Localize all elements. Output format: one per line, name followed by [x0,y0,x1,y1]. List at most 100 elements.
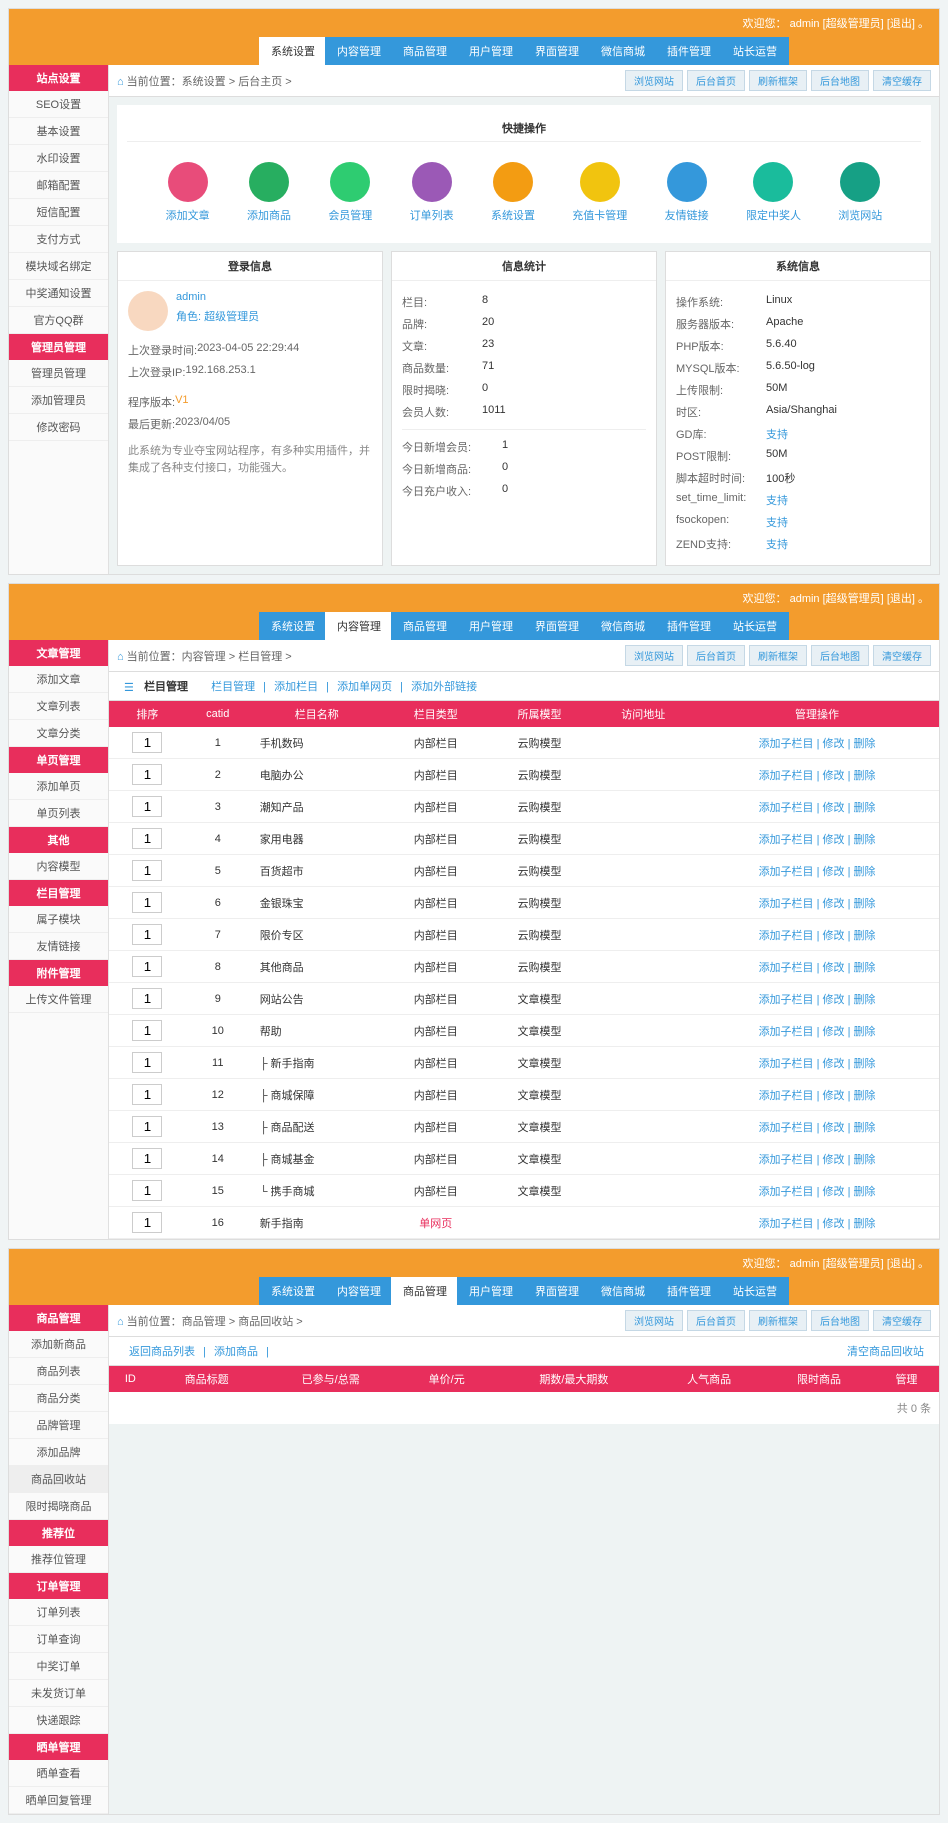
logout-link[interactable]: [退出] [887,18,915,30]
sidebar-item[interactable]: 属子模块 [9,906,108,933]
crumb-btn[interactable]: 清空缓存 [873,1310,931,1331]
tab-4[interactable]: 界面管理 [523,1277,591,1305]
sidebar-item[interactable]: 管理员管理 [9,360,108,387]
quick-item[interactable]: 友情链接 [665,162,709,223]
tab-1[interactable]: 内容管理 [325,37,393,65]
sidebar-item[interactable]: 添加新商品 [9,1331,108,1358]
quick-item[interactable]: 添加文章 [166,162,210,223]
sidebar-item[interactable]: 限时揭晓商品 [9,1493,108,1520]
sort-input[interactable] [132,1116,162,1137]
tab-2[interactable]: 商品管理 [391,1277,459,1305]
row-actions[interactable]: 添加子栏目 | 修改 | 删除 [759,802,876,814]
crumb-btn[interactable]: 清空缓存 [873,645,931,666]
row-actions[interactable]: 添加子栏目 | 修改 | 删除 [759,1154,876,1166]
crumb-btn[interactable]: 刷新框架 [749,645,807,666]
sidebar-item[interactable]: 文章列表 [9,693,108,720]
logout-link[interactable]: [退出] [887,1258,915,1270]
crumb-btn[interactable]: 刷新框架 [749,1310,807,1331]
login-user[interactable]: admin [176,291,259,303]
sort-input[interactable] [132,1180,162,1201]
sidebar-item[interactable]: 添加文章 [9,666,108,693]
crumb-btn[interactable]: 后台首页 [687,1310,745,1331]
tab-5[interactable]: 微信商城 [589,37,657,65]
sort-input[interactable] [132,1020,162,1041]
sidebar-item[interactable]: 晒单查看 [9,1760,108,1787]
row-actions[interactable]: 添加子栏目 | 修改 | 删除 [759,1058,876,1070]
sidebar-item[interactable]: 友情链接 [9,933,108,960]
row-actions[interactable]: 添加子栏目 | 修改 | 删除 [759,1218,876,1230]
tab-5[interactable]: 微信商城 [589,612,657,640]
tab-6[interactable]: 插件管理 [655,1277,723,1305]
subtab-link[interactable]: 添加商品 [214,1346,258,1358]
tab-2[interactable]: 商品管理 [391,612,459,640]
sidebar-item[interactable]: 模块域名绑定 [9,253,108,280]
sort-input[interactable] [132,828,162,849]
tab-6[interactable]: 插件管理 [655,37,723,65]
role-link[interactable]: [超级管理员] [823,593,884,605]
tab-4[interactable]: 界面管理 [523,37,591,65]
crumb-btn[interactable]: 浏览网站 [625,1310,683,1331]
tab-7[interactable]: 站长运营 [721,1277,789,1305]
sidebar-item[interactable]: 内容模型 [9,853,108,880]
logout-link[interactable]: [退出] [887,593,915,605]
user-link[interactable]: admin [790,593,820,605]
row-actions[interactable]: 添加子栏目 | 修改 | 删除 [759,770,876,782]
tab-6[interactable]: 插件管理 [655,612,723,640]
quick-item[interactable]: 系统设置 [491,162,535,223]
sidebar-item[interactable]: 修改密码 [9,414,108,441]
sidebar-item[interactable]: 支付方式 [9,226,108,253]
quick-item[interactable]: 会员管理 [328,162,372,223]
subtab-link[interactable]: 栏目管理 [211,681,255,693]
sidebar-item[interactable]: SEO设置 [9,91,108,118]
tab-0[interactable]: 系统设置 [259,1277,327,1305]
row-actions[interactable]: 添加子栏目 | 修改 | 删除 [759,738,876,750]
tab-0[interactable]: 系统设置 [259,612,327,640]
row-actions[interactable]: 添加子栏目 | 修改 | 删除 [759,1026,876,1038]
user-link[interactable]: admin [790,1258,820,1270]
sort-input[interactable] [132,988,162,1009]
sidebar-item[interactable]: 订单查询 [9,1626,108,1653]
tab-3[interactable]: 用户管理 [457,37,525,65]
tab-0[interactable]: 系统设置 [259,37,327,65]
subtab-link[interactable]: 添加栏目 [274,681,318,693]
row-actions[interactable]: 添加子栏目 | 修改 | 删除 [759,1186,876,1198]
tab-3[interactable]: 用户管理 [457,612,525,640]
sidebar-item[interactable]: 添加单页 [9,773,108,800]
role-link[interactable]: [超级管理员] [823,18,884,30]
sidebar-item[interactable]: 晒单回复管理 [9,1787,108,1814]
row-actions[interactable]: 添加子栏目 | 修改 | 删除 [759,866,876,878]
sidebar-item[interactable]: 基本设置 [9,118,108,145]
sidebar-item[interactable]: 中奖通知设置 [9,280,108,307]
row-actions[interactable]: 添加子栏目 | 修改 | 删除 [759,994,876,1006]
sidebar-item[interactable]: 添加品牌 [9,1439,108,1466]
tab-3[interactable]: 用户管理 [457,1277,525,1305]
sidebar-item[interactable]: 邮箱配置 [9,172,108,199]
row-actions[interactable]: 添加子栏目 | 修改 | 删除 [759,1122,876,1134]
sort-input[interactable] [132,956,162,977]
sidebar-item[interactable]: 商品回收站 [9,1466,108,1493]
crumb-btn[interactable]: 浏览网站 [625,70,683,91]
role-link[interactable]: [超级管理员] [823,1258,884,1270]
quick-item[interactable]: 充值卡管理 [572,162,627,223]
sort-input[interactable] [132,796,162,817]
tab-1[interactable]: 内容管理 [325,1277,393,1305]
sidebar-item[interactable]: 官方QQ群 [9,307,108,334]
sort-input[interactable] [132,1212,162,1233]
sort-input[interactable] [132,1084,162,1105]
tab-2[interactable]: 商品管理 [391,37,459,65]
tab-1[interactable]: 内容管理 [325,612,393,640]
sidebar-item[interactable]: 未发货订单 [9,1680,108,1707]
sidebar-item[interactable]: 中奖订单 [9,1653,108,1680]
crumb-btn[interactable]: 清空缓存 [873,70,931,91]
sort-input[interactable] [132,924,162,945]
sort-input[interactable] [132,764,162,785]
sidebar-item[interactable]: 推荐位管理 [9,1546,108,1573]
tab-7[interactable]: 站长运营 [721,612,789,640]
crumb-btn[interactable]: 刷新框架 [749,70,807,91]
sidebar-item[interactable]: 添加管理员 [9,387,108,414]
tab-7[interactable]: 站长运营 [721,37,789,65]
sidebar-item[interactable]: 上传文件管理 [9,986,108,1013]
sidebar-item[interactable]: 单页列表 [9,800,108,827]
crumb-btn[interactable]: 后台首页 [687,70,745,91]
empty-recycle-link[interactable]: 清空商品回收站 [847,1343,924,1359]
